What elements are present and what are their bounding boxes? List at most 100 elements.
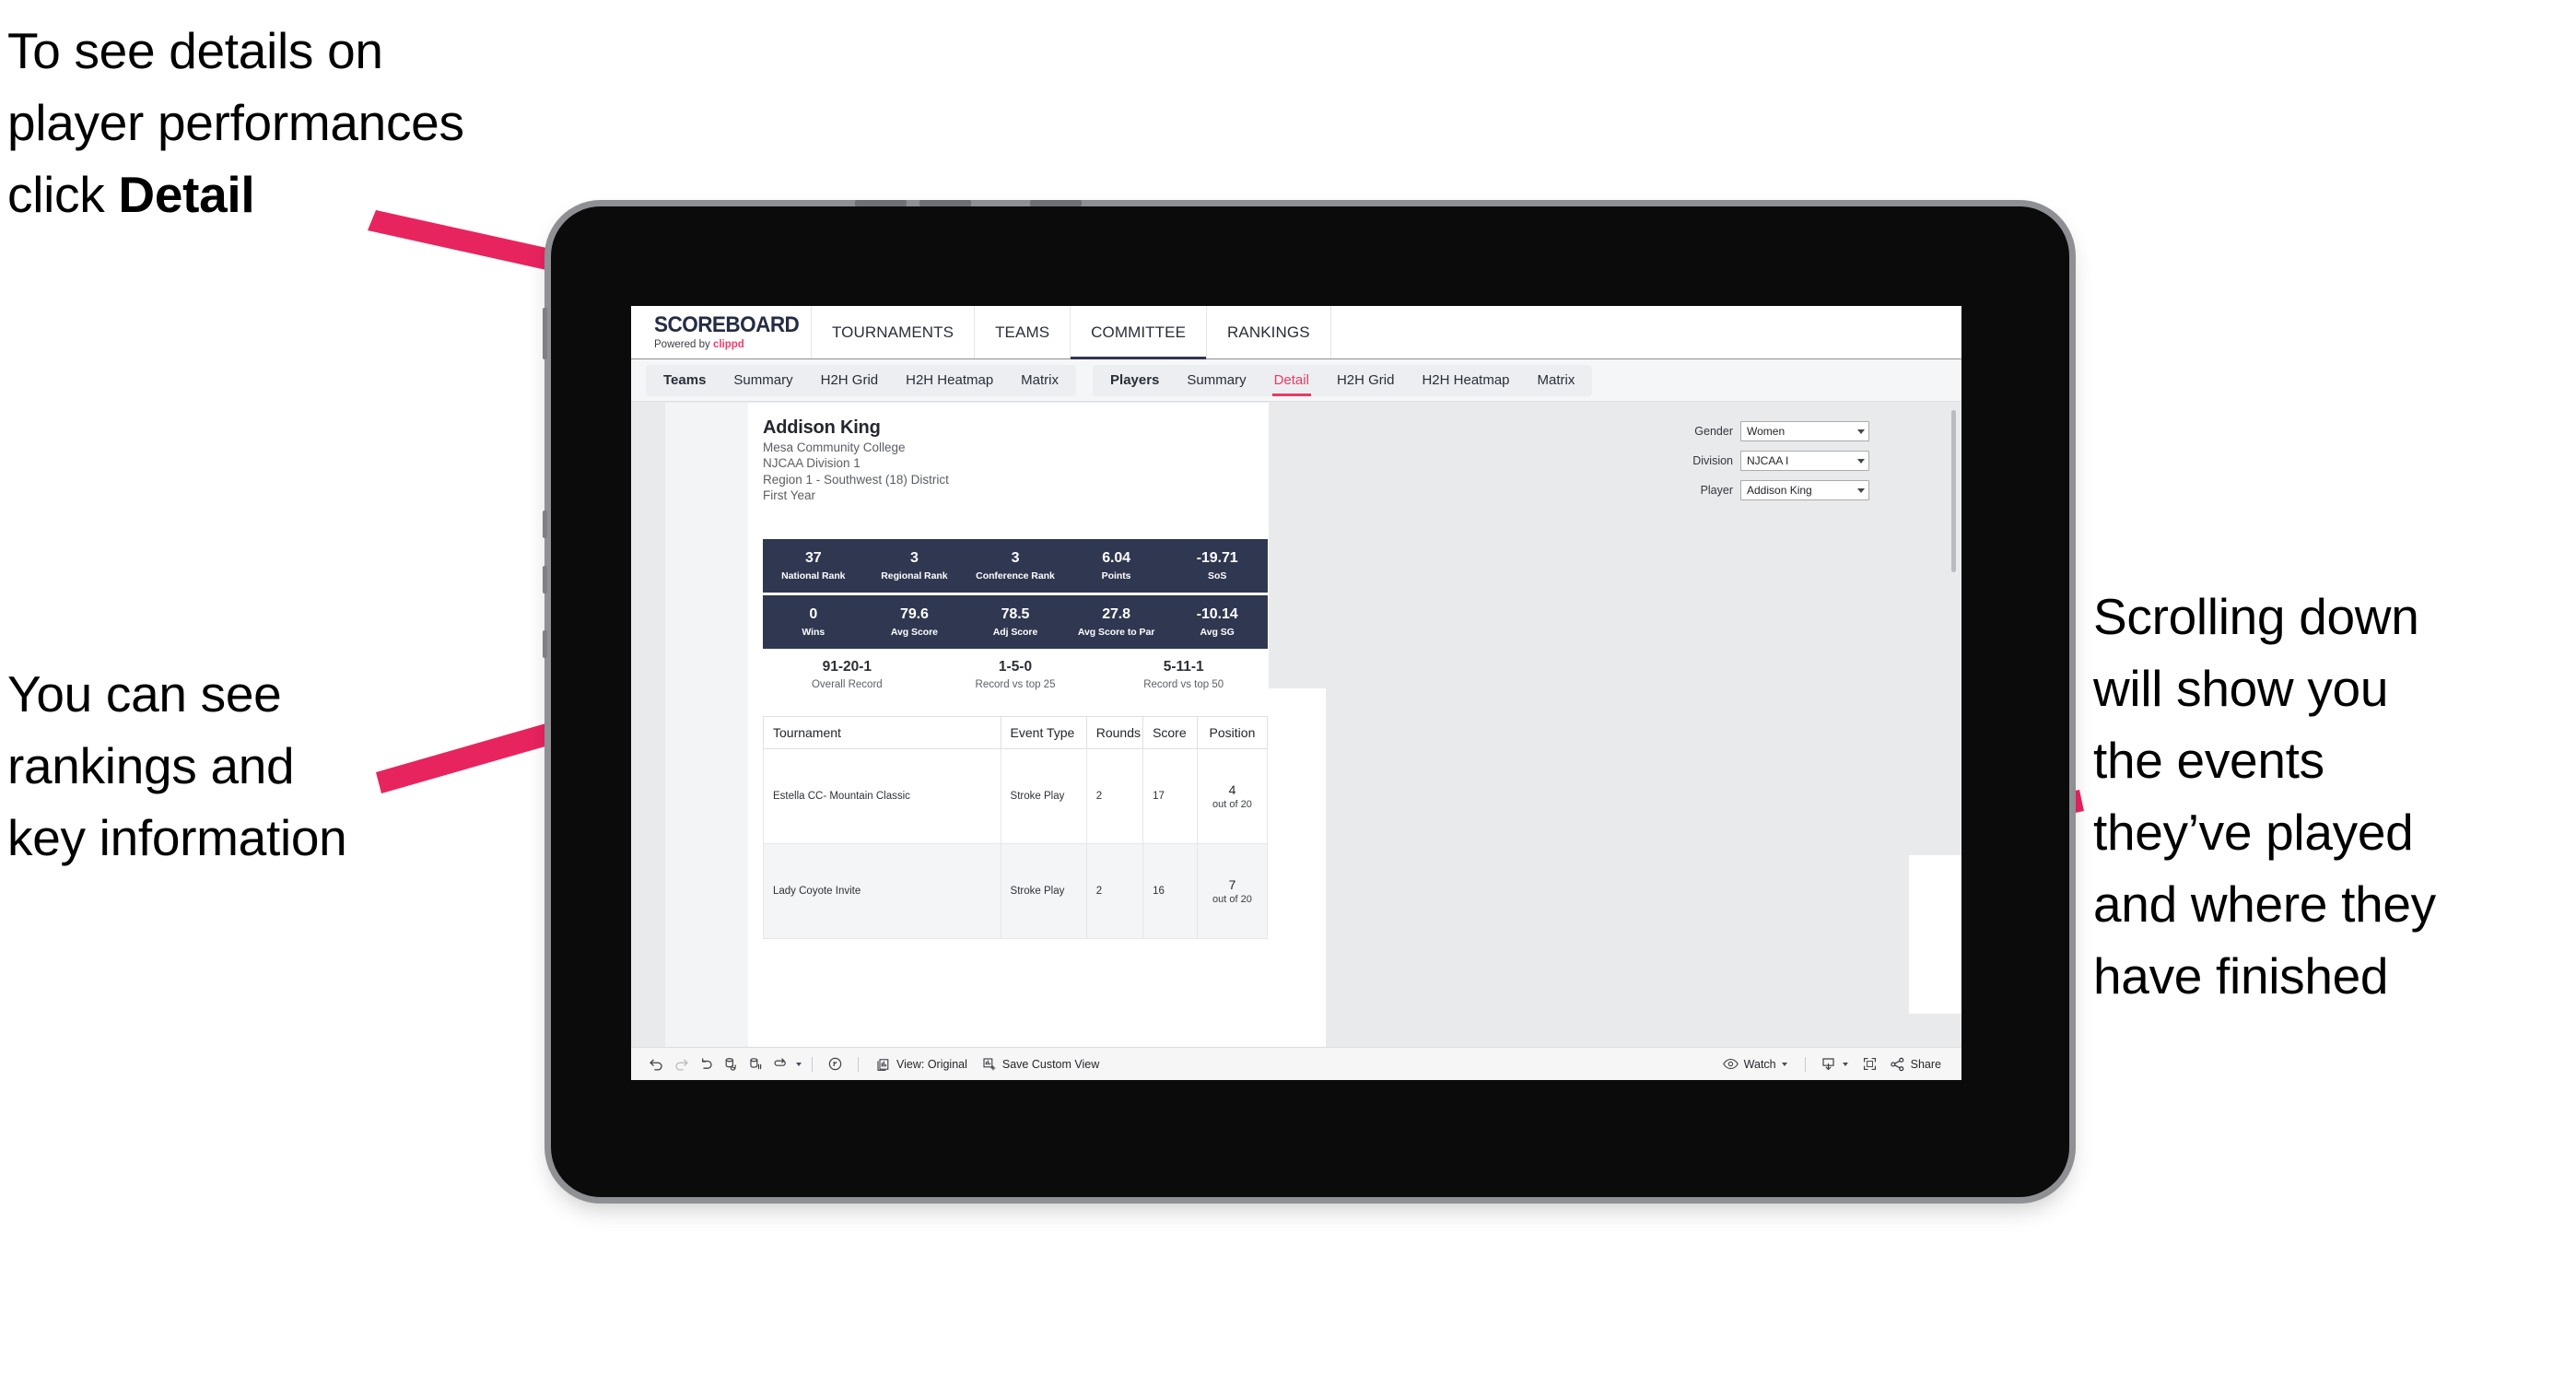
tournaments-table: Tournament Event Type Rounds Score Posit… xyxy=(763,716,1269,939)
topnav-item-teams[interactable]: TEAMS xyxy=(975,306,1071,358)
subnav-item-teams-matrix[interactable]: Matrix xyxy=(1007,365,1072,396)
download-caret-icon[interactable] xyxy=(1842,1062,1848,1066)
subnav-item-teams-h2h-grid[interactable]: H2H Grid xyxy=(807,365,893,396)
toolbar-divider xyxy=(812,1056,813,1072)
stat-regional-rank: 3 Regional Rank xyxy=(864,550,966,581)
stat-value: 6.04 xyxy=(1102,550,1130,567)
column-header-event-type[interactable]: Event Type xyxy=(1000,716,1087,749)
topnav-item-tournaments[interactable]: TOURNAMENTS xyxy=(812,306,976,358)
subnav-item-players-h2h-grid[interactable]: H2H Grid xyxy=(1323,365,1409,396)
table-header-row: Tournament Event Type Rounds Score Posit… xyxy=(763,716,1269,749)
brand-tagline-clippd: clippd xyxy=(712,338,744,350)
eye-icon xyxy=(1722,1058,1739,1070)
pause-auto-update-icon[interactable] xyxy=(823,1053,848,1075)
record-value: 1-5-0 xyxy=(998,659,1033,675)
sub-navigation-bar: Teams Summary H2H Grid H2H Heatmap Matri… xyxy=(631,359,1961,402)
topnav-item-committee[interactable]: COMMITTEE xyxy=(1071,306,1208,359)
subnav-label: H2H Grid xyxy=(1336,371,1395,388)
callout-scroll: Scrolling down will show you the events … xyxy=(2093,588,2436,1005)
pause-data-icon[interactable] xyxy=(744,1053,768,1075)
chevron-down-icon xyxy=(1857,458,1865,464)
watch-caret-icon[interactable] xyxy=(1781,1062,1787,1066)
vertical-scrollbar[interactable] xyxy=(1951,410,1956,572)
stat-adj-score: 78.5 Adj Score xyxy=(965,606,1066,637)
gender-dropdown[interactable]: Women xyxy=(1740,421,1869,441)
column-header-score[interactable]: Score xyxy=(1142,716,1198,749)
subnav-item-players-h2h-heatmap[interactable]: H2H Heatmap xyxy=(1408,365,1523,396)
save-custom-view-button[interactable]: Save Custom View xyxy=(975,1053,1107,1075)
watch-button[interactable]: Watch xyxy=(1715,1053,1795,1075)
cell-position: 7 out of 20 xyxy=(1196,843,1269,939)
player-school: Mesa Community College xyxy=(763,440,906,454)
subnav-item-players-matrix[interactable]: Matrix xyxy=(1524,365,1589,396)
download-icon[interactable] xyxy=(1816,1053,1841,1075)
redo-icon xyxy=(669,1053,694,1075)
cell-event-type: Stroke Play xyxy=(1000,748,1087,844)
player-name: Addison King xyxy=(763,417,881,438)
filter-row-gender: Gender Women xyxy=(1657,421,1869,441)
view-original-label: View: Original xyxy=(896,1057,967,1071)
loop-icon[interactable] xyxy=(768,1053,793,1075)
stat-wins: 0 Wins xyxy=(763,606,864,637)
callout-detail-bold: Detail xyxy=(118,166,255,224)
view-original-button[interactable]: View: Original xyxy=(869,1053,975,1075)
subnav-label: Matrix xyxy=(1537,371,1575,388)
loop-dropdown-caret-icon[interactable] xyxy=(796,1062,802,1066)
topnav-label: RANKINGS xyxy=(1227,323,1310,341)
stat-sos: -19.71 SoS xyxy=(1166,550,1268,581)
device-side-button-4 xyxy=(543,630,547,658)
gender-value: Women xyxy=(1747,425,1786,438)
stat-avg-sg: -10.14 Avg SG xyxy=(1166,606,1268,637)
subnav-label: Teams xyxy=(663,371,707,388)
column-header-tournament[interactable]: Tournament xyxy=(763,716,1001,749)
watch-label: Watch xyxy=(1743,1057,1776,1071)
stat-value: -10.14 xyxy=(1196,606,1238,623)
subnav-group-players: Players Summary Detail H2H Grid H2H Heat… xyxy=(1093,364,1593,396)
refresh-data-icon[interactable] xyxy=(719,1053,744,1075)
player-dropdown[interactable]: Addison King xyxy=(1740,480,1869,500)
subnav-item-teams[interactable]: Teams xyxy=(650,365,720,396)
cell-score: 17 xyxy=(1142,748,1198,844)
stat-national-rank: 37 National Rank xyxy=(763,550,864,581)
toolbar-divider xyxy=(858,1056,859,1072)
revert-icon[interactable] xyxy=(694,1053,719,1075)
subnav-label: H2H Heatmap xyxy=(1422,371,1510,388)
topnav-label: COMMITTEE xyxy=(1091,323,1187,341)
stat-value: -19.71 xyxy=(1196,550,1238,567)
table-row[interactable]: Lady Coyote Invite Stroke Play 2 16 7 ou… xyxy=(763,843,1269,939)
table-row[interactable]: Estella CC- Mountain Classic Stroke Play… xyxy=(763,748,1269,844)
subnav-item-players-summary[interactable]: Summary xyxy=(1173,365,1259,396)
stat-value: 79.6 xyxy=(900,606,929,623)
column-header-position[interactable]: Position xyxy=(1196,716,1269,749)
record-label: Record vs top 50 xyxy=(1143,678,1224,690)
stat-label: Avg Score xyxy=(890,626,938,638)
chevron-down-icon xyxy=(1857,429,1865,434)
division-dropdown[interactable]: NJCAA I xyxy=(1740,451,1869,471)
stat-label: Adj Score xyxy=(992,626,1038,638)
fullscreen-icon[interactable] xyxy=(1857,1053,1882,1075)
position-out-of: out of 20 xyxy=(1212,799,1252,811)
stat-label: Wins xyxy=(802,626,825,638)
record-overall: 91-20-1 Overall Record xyxy=(763,659,931,690)
column-header-rounds[interactable]: Rounds xyxy=(1085,716,1144,749)
division-value: NJCAA I xyxy=(1747,454,1789,467)
canvas-white-corner xyxy=(1909,855,1961,1014)
subnav-item-teams-h2h-heatmap[interactable]: H2H Heatmap xyxy=(892,365,1007,396)
scoreboard-logo[interactable]: SCOREBOARD Powered by clippd xyxy=(631,306,812,358)
subnav-item-players[interactable]: Players xyxy=(1096,365,1173,396)
stat-avg-score: 79.6 Avg Score xyxy=(864,606,966,637)
stat-label: Avg Score to Par xyxy=(1077,626,1155,638)
subnav-item-players-detail[interactable]: Detail xyxy=(1260,365,1323,396)
stat-label: SoS xyxy=(1208,570,1227,581)
record-vs-top-50: 5-11-1 Record vs top 50 xyxy=(1099,659,1268,690)
share-button[interactable]: Share xyxy=(1882,1053,1949,1075)
cell-tournament: Estella CC- Mountain Classic xyxy=(763,748,1001,844)
player-year: First Year xyxy=(763,488,816,503)
undo-icon[interactable] xyxy=(644,1053,669,1075)
topnav-item-rankings[interactable]: RANKINGS xyxy=(1207,306,1331,358)
save-custom-view-label: Save Custom View xyxy=(1001,1057,1100,1071)
player-region: Region 1 - Southwest (18) District xyxy=(763,472,949,487)
subnav-item-teams-summary[interactable]: Summary xyxy=(720,365,806,396)
topnav-label: TEAMS xyxy=(995,323,1050,341)
device-side-button-3 xyxy=(543,566,547,593)
